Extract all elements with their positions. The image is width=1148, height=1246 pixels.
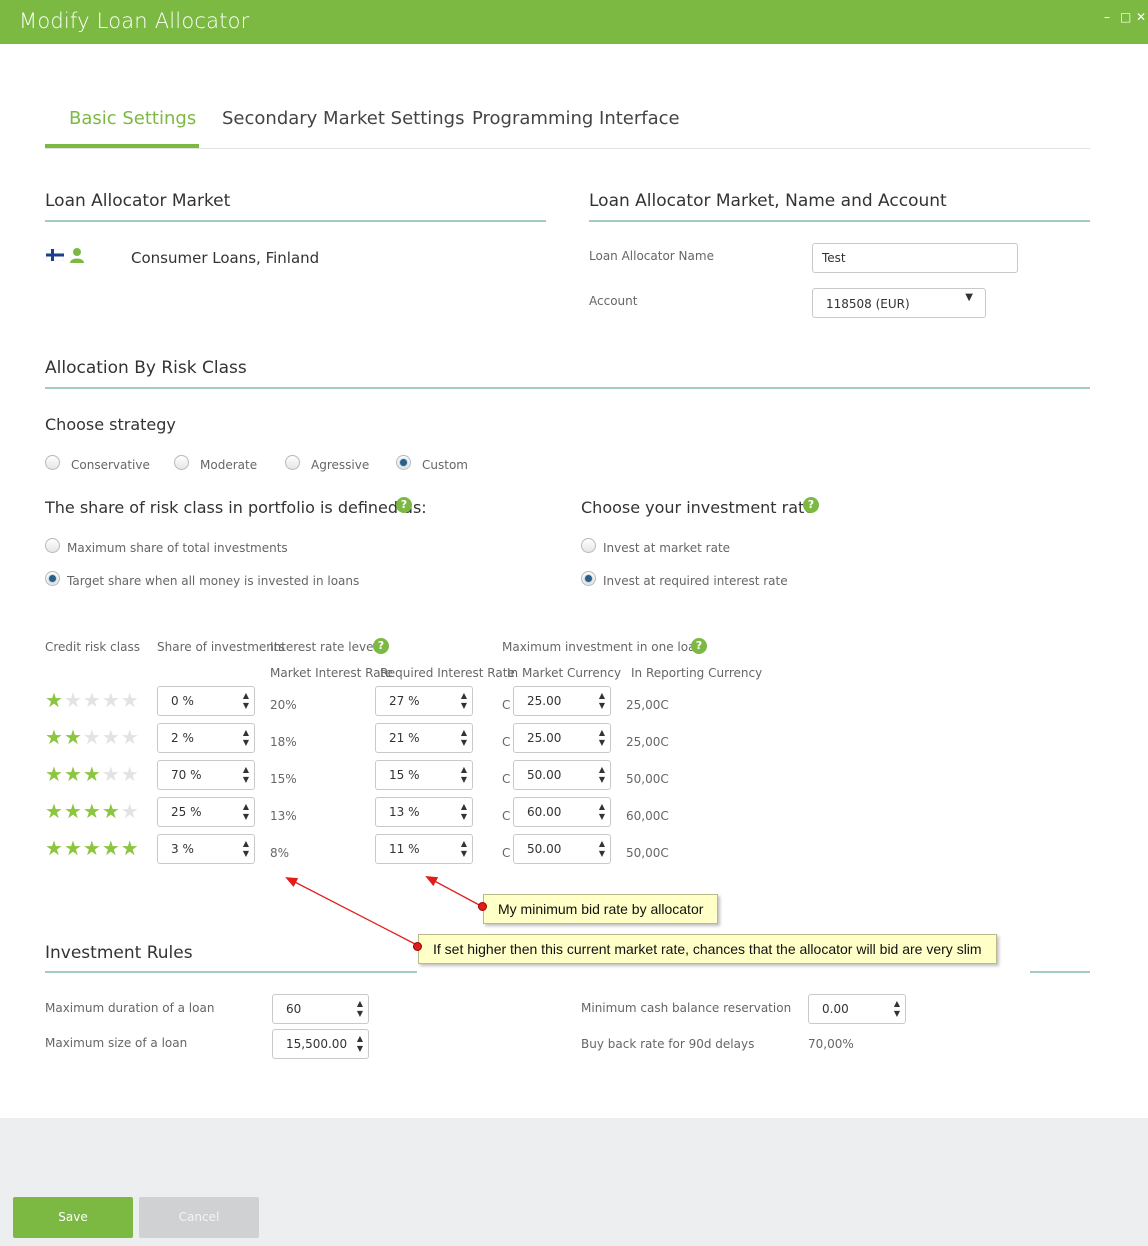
buyback-value: 70,00% (808, 1037, 854, 1051)
max-size-label: Maximum size of a loan (45, 1036, 188, 1050)
annotation-arrows (285, 876, 484, 947)
max-size-value: 15,500.00 (286, 1037, 348, 1051)
min-cash-stepper[interactable]: 0.00 ▲ ▼ (808, 994, 906, 1024)
save-button[interactable]: Save (13, 1197, 133, 1238)
max-duration-label: Maximum duration of a loan (45, 1001, 215, 1015)
stepper-arrows-icon[interactable]: ▲ ▼ (357, 999, 363, 1019)
callout-anchor-dot (413, 942, 422, 951)
rules-divider-end (1030, 971, 1090, 973)
max-duration-stepper[interactable]: 60 ▲ ▼ (272, 994, 369, 1024)
max-size-stepper[interactable]: 15,500.00 ▲ ▼ (272, 1029, 369, 1059)
arrow-to-required-rate (425, 876, 484, 908)
cancel-button[interactable]: Cancel (139, 1197, 259, 1238)
min-cash-label: Minimum cash balance reservation (581, 1001, 792, 1015)
required-rate-callout: My minimum bid rate by allocator (483, 894, 719, 924)
buyback-label: Buy back rate for 90d delays (581, 1037, 755, 1051)
stepper-arrows-icon[interactable]: ▲ ▼ (894, 999, 900, 1019)
rules-divider (45, 971, 417, 973)
callout-anchor-dot (478, 902, 487, 911)
max-duration-value: 60 (286, 1002, 302, 1016)
min-cash-value: 0.00 (822, 1002, 849, 1016)
arrow-to-market-rate (285, 877, 420, 947)
market-rate-callout: If set higher then this current market r… (418, 934, 997, 964)
stepper-arrows-icon[interactable]: ▲ ▼ (357, 1034, 363, 1054)
rules-heading: Investment Rules (45, 943, 193, 963)
